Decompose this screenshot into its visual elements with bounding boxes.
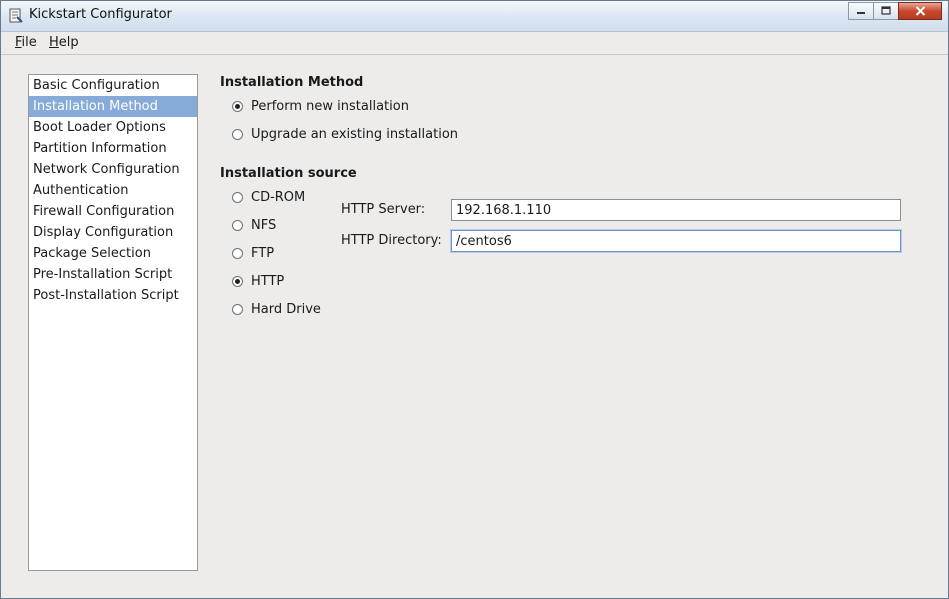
close-icon — [915, 6, 925, 16]
menu-help-mnemonic: H — [49, 35, 59, 50]
menu-file[interactable]: File — [15, 35, 37, 50]
kickstart-app-icon — [9, 8, 23, 23]
radio-source-http[interactable]: HTTP — [232, 274, 284, 289]
sidebar-item-package-selection[interactable]: Package Selection — [29, 243, 197, 264]
radio-button[interactable] — [232, 129, 243, 140]
maximize-button[interactable] — [873, 2, 899, 20]
radio-label: Upgrade an existing installation — [251, 127, 459, 142]
radio-perform-new-installation[interactable]: Perform new installation — [232, 99, 409, 114]
window-title: Kickstart Configurator — [29, 7, 172, 22]
installation-source-heading: Installation source — [220, 166, 357, 181]
radio-label: NFS — [251, 218, 277, 233]
sidebar-item-firewall-configuration[interactable]: Firewall Configuration — [29, 201, 197, 222]
menu-help[interactable]: Help — [49, 35, 79, 50]
radio-source-cd-rom[interactable]: CD-ROM — [232, 190, 305, 205]
radio-label: FTP — [251, 246, 275, 261]
maximize-icon — [881, 6, 891, 15]
http-server-input[interactable] — [451, 199, 901, 221]
installation-method-heading: Installation Method — [220, 75, 364, 90]
sidebar-item-pre-installation-script[interactable]: Pre-Installation Script — [29, 264, 197, 285]
radio-button[interactable] — [232, 192, 243, 203]
sidebar-item-basic-configuration[interactable]: Basic Configuration — [29, 75, 197, 96]
sidebar-item-authentication[interactable]: Authentication — [29, 180, 197, 201]
radio-button[interactable] — [232, 304, 243, 315]
radio-source-nfs[interactable]: NFS — [232, 218, 276, 233]
close-button[interactable] — [898, 2, 942, 20]
radio-button[interactable] — [232, 248, 243, 259]
sidebar-item-boot-loader-options[interactable]: Boot Loader Options — [29, 117, 197, 138]
radio-button[interactable] — [232, 276, 243, 287]
radio-source-ftp[interactable]: FTP — [232, 246, 274, 261]
radio-label: HTTP — [251, 274, 285, 289]
menu-file-label: ile — [21, 35, 37, 50]
http-directory-label: HTTP Directory: — [341, 233, 442, 248]
sidebar-item-network-configuration[interactable]: Network Configuration — [29, 159, 197, 180]
minimize-icon — [857, 12, 865, 14]
kickstart-window: Kickstart Configurator File Help Basic C… — [0, 0, 949, 599]
radio-label: Hard Drive — [251, 302, 321, 317]
radio-button[interactable] — [232, 101, 243, 112]
sidebar-item-display-configuration[interactable]: Display Configuration — [29, 222, 197, 243]
http-directory-input[interactable] — [451, 230, 901, 252]
radio-label: CD-ROM — [251, 190, 306, 205]
window-controls — [848, 2, 942, 20]
minimize-button[interactable] — [848, 2, 874, 20]
menu-help-label: elp — [58, 35, 79, 50]
http-server-label: HTTP Server: — [341, 202, 426, 217]
menu-bar: File Help — [1, 32, 948, 55]
sidebar-item-partition-information[interactable]: Partition Information — [29, 138, 197, 159]
title-bar[interactable]: Kickstart Configurator — [1, 1, 948, 32]
sidebar-item-post-installation-script[interactable]: Post-Installation Script — [29, 285, 197, 306]
sidebar-item-installation-method[interactable]: Installation Method — [29, 96, 197, 117]
radio-source-hard-drive[interactable]: Hard Drive — [232, 302, 321, 317]
radio-upgrade-existing-installation[interactable]: Upgrade an existing installation — [232, 127, 458, 142]
category-list: Basic Configuration Installation Method … — [28, 74, 198, 571]
radio-button[interactable] — [232, 220, 243, 231]
radio-label: Perform new installation — [251, 99, 409, 114]
